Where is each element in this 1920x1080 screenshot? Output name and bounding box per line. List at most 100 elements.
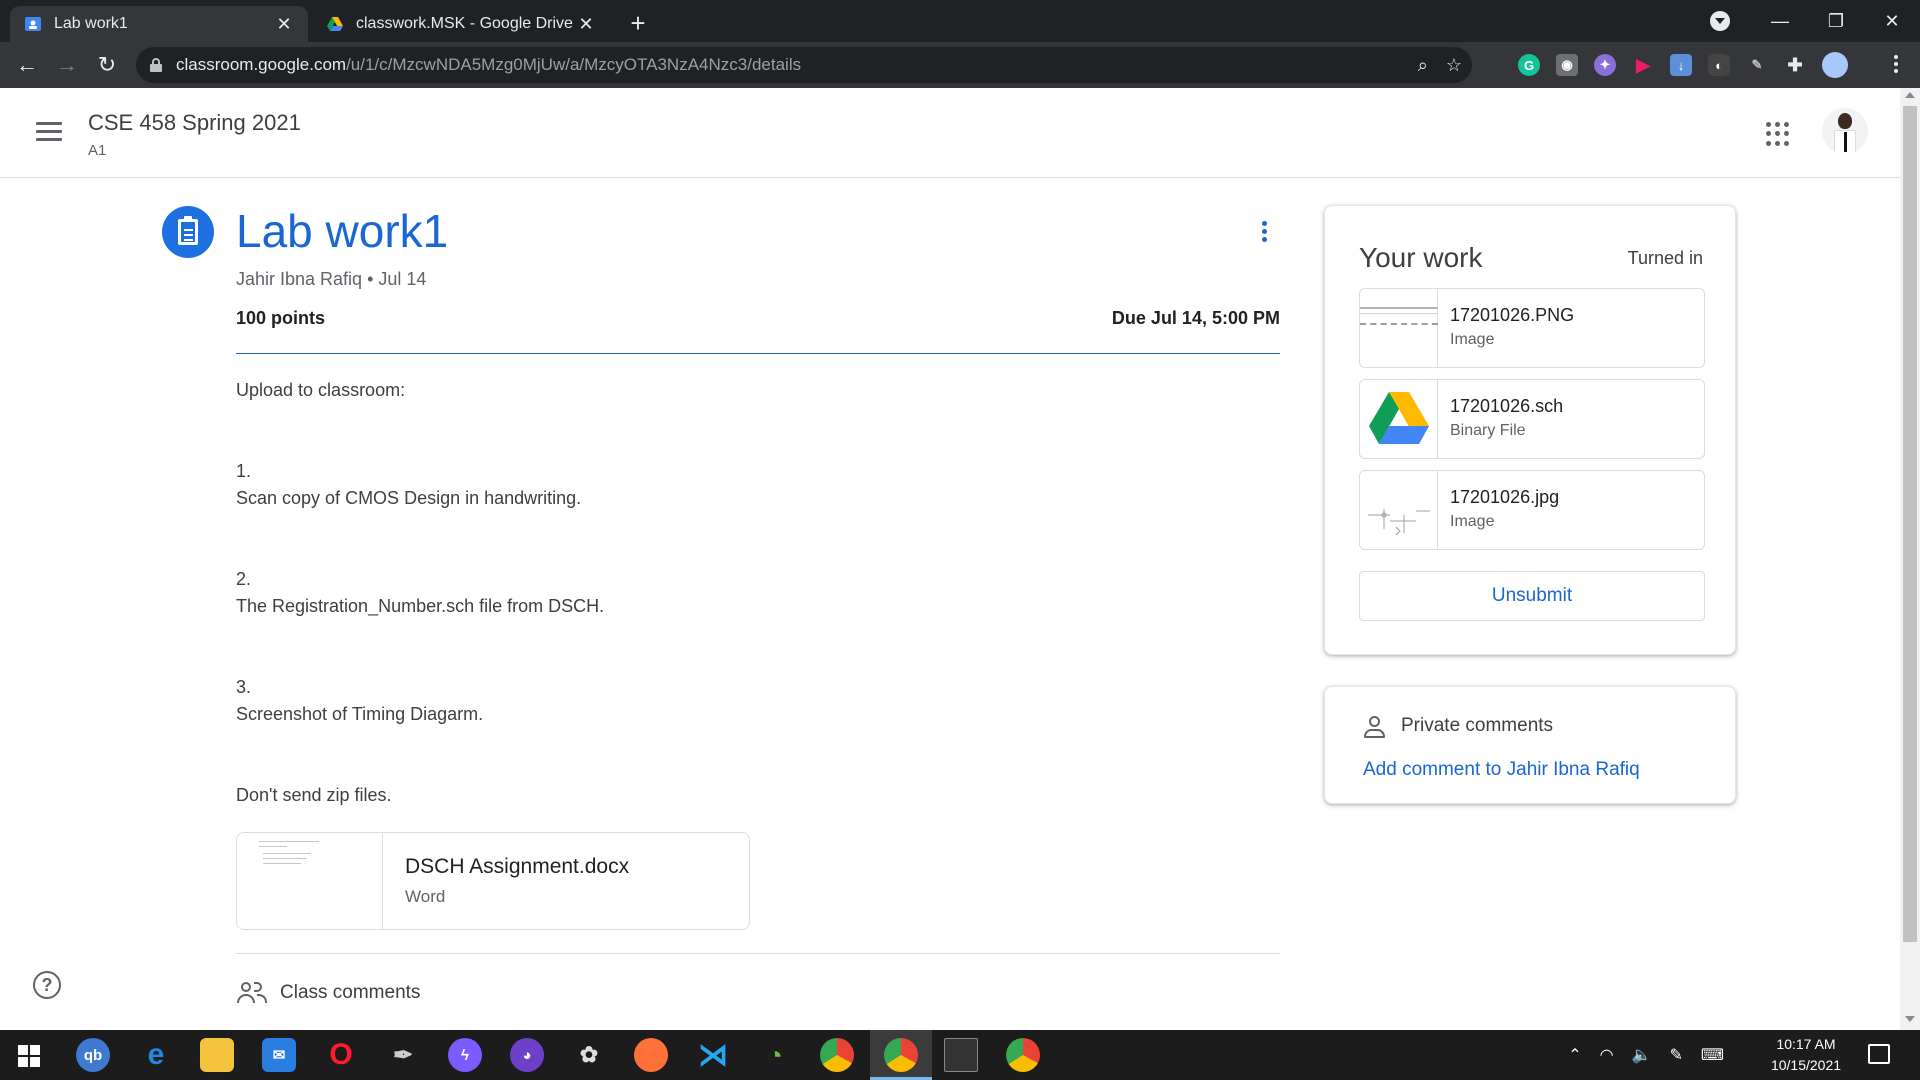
google-apps-grid-icon[interactable] — [1766, 122, 1790, 146]
assignment-points: 100 points — [236, 308, 326, 328]
private-comments-card: Private comments Add comment to Jahir Ib… — [1324, 686, 1736, 804]
chrome-profile-icon[interactable] — [1006, 1038, 1040, 1072]
hamburger-menu-icon[interactable] — [36, 122, 62, 142]
play-extension-icon[interactable]: ▶ — [1632, 54, 1654, 76]
browser-menu-icon[interactable] — [1884, 52, 1908, 78]
add-private-comment-link[interactable]: Add comment to Jahir Ibna Rafiq — [1363, 759, 1640, 781]
comments-divider — [236, 953, 1280, 954]
mail-icon[interactable]: ✉ — [262, 1038, 296, 1072]
file-type: Binary File — [1450, 422, 1526, 439]
back-arrow-icon[interactable]: ← — [12, 50, 42, 80]
zoom-icon[interactable]: ⌕ — [1418, 55, 1428, 76]
clock-time: 10:17 AM — [1776, 1036, 1836, 1052]
scroll-down-arrow-icon[interactable] — [1905, 1016, 1915, 1022]
qbittorrent-icon[interactable]: qb — [76, 1038, 110, 1072]
extension-icon[interactable]: ✦ — [1594, 54, 1616, 76]
tab-lab-work1[interactable]: Lab work1 ✕ — [10, 6, 308, 42]
restore-icon[interactable]: ❐ — [1808, 11, 1864, 32]
attachment-type: Word — [405, 887, 446, 906]
taskbar-clock[interactable]: 10:17 AM 10/15/2021 — [1766, 1034, 1846, 1076]
notifications-icon[interactable] — [1868, 1044, 1890, 1064]
tab-google-drive[interactable]: classwork.MSK - Google Drive ✕ — [312, 6, 610, 42]
unsubmit-button[interactable]: Unsubmit — [1359, 571, 1705, 621]
classroom-favicon-icon — [25, 17, 41, 31]
network-icon[interactable]: ◠ — [1600, 1045, 1614, 1065]
firefox-icon[interactable] — [634, 1038, 668, 1072]
grammarly-extension-icon[interactable]: G — [1518, 54, 1540, 76]
instruction-text: Scan copy of CMOS Design in handwriting. — [236, 488, 582, 508]
submitted-file[interactable]: 17201026.sch Binary File — [1359, 379, 1705, 459]
image-thumbnail — [1360, 289, 1438, 367]
your-work-title: Your work — [1359, 242, 1483, 273]
new-tab-plus-icon[interactable]: + — [622, 8, 654, 40]
close-tab-icon[interactable]: ✕ — [576, 14, 596, 35]
due-date: Due Jul 14, 5:00 PM — [1111, 308, 1280, 328]
instructions-intro: Upload to classroom: — [236, 380, 406, 400]
image-thumbnail — [1360, 471, 1438, 549]
submitted-file[interactable]: 17201026.PNG Image — [1359, 288, 1705, 368]
chrome-active-icon[interactable] — [884, 1038, 918, 1072]
pen-icon[interactable]: ✎ — [1670, 1045, 1683, 1065]
scroll-up-arrow-icon[interactable] — [1905, 92, 1915, 98]
app-icon[interactable]: ✿ — [572, 1038, 606, 1072]
scrollbar-thumb[interactable] — [1903, 106, 1917, 942]
lock-icon[interactable] — [150, 58, 162, 72]
address-bar[interactable]: classroom.google.com/u/1/c/MzcwNDA5Mzg0M… — [136, 47, 1472, 83]
minimize-icon[interactable]: — — [1752, 11, 1808, 32]
pen-extension-icon[interactable]: ✎ — [1746, 54, 1768, 76]
browser-tab-strip: Lab work1 ✕ classwork.MSK - Google Drive… — [0, 0, 1920, 42]
instruction-note: Don't send zip files. — [236, 785, 392, 805]
windows-taskbar: qb e ✉ O ✒ ϟ ◕ ✿ ⋊ ◔ ⌃ ◠ 🔈 ✎ ⌨ 10:17 AM … — [0, 1030, 1920, 1080]
download-extension-icon[interactable]: ↓ — [1670, 54, 1692, 76]
clock-date: 10/15/2021 — [1770, 1057, 1842, 1073]
puzzle-extensions-icon[interactable]: ✚ — [1784, 54, 1806, 76]
reload-icon[interactable]: ↻ — [92, 50, 122, 80]
attachment-name: DSCH Assignment.docx — [405, 855, 630, 878]
file-explorer-icon[interactable] — [200, 1038, 234, 1072]
instruction-number: 1. — [236, 461, 252, 481]
course-section: A1 — [88, 142, 107, 159]
tab-title: classwork.MSK - Google Drive — [356, 15, 573, 32]
forward-arrow-icon[interactable]: → — [52, 50, 82, 80]
your-work-card: Your work Turned in 17201026.PNG Image 1… — [1324, 205, 1736, 655]
bookmark-star-icon[interactable]: ☆ — [1446, 55, 1462, 76]
inkscape-icon[interactable]: ✒ — [386, 1038, 420, 1072]
tab-search-dropdown-icon[interactable] — [1710, 11, 1730, 31]
url-text: classroom.google.com/u/1/c/MzcwNDA5Mzg0M… — [176, 55, 802, 74]
windows-start-icon[interactable] — [18, 1045, 40, 1067]
author-name: Jahir Ibna Rafiq — [236, 269, 363, 289]
close-tab-icon[interactable]: ✕ — [274, 14, 294, 35]
profile-avatar-icon[interactable] — [1822, 52, 1848, 78]
camera-extension-icon[interactable]: ◉ — [1556, 54, 1578, 76]
assignment-clipboard-icon — [162, 206, 214, 258]
document-thumbnail — [237, 833, 383, 929]
file-type: Image — [1450, 331, 1495, 348]
more-options-icon[interactable] — [1254, 218, 1274, 246]
github-icon[interactable]: ◕ — [510, 1038, 544, 1072]
class-comments-label[interactable]: Class comments — [280, 982, 420, 1004]
assignment-attachment[interactable]: DSCH Assignment.docx Word — [236, 832, 750, 930]
opera-icon[interactable]: O — [324, 1038, 358, 1072]
extension-icon[interactable]: ◐ — [1708, 54, 1730, 76]
submitted-file[interactable]: 17201026.jpg Image — [1359, 470, 1705, 550]
volume-icon[interactable]: 🔈 — [1632, 1045, 1652, 1065]
header-divider — [236, 353, 1280, 354]
assignment-title: Lab work1 — [236, 205, 449, 257]
classroom-header: CSE 458 Spring 2021 A1 — [0, 88, 1900, 178]
file-type: Image — [1450, 513, 1495, 530]
terminal-icon[interactable] — [944, 1038, 978, 1072]
keyboard-icon[interactable]: ⌨ — [1701, 1045, 1724, 1065]
close-window-icon[interactable]: ✕ — [1864, 11, 1920, 32]
user-avatar[interactable] — [1822, 108, 1868, 154]
vscode-icon[interactable]: ⋊ — [696, 1038, 730, 1072]
app-icon[interactable]: ◔ — [758, 1038, 792, 1072]
tray-chevron-icon[interactable]: ⌃ — [1568, 1045, 1581, 1065]
edge-icon[interactable]: e — [139, 1038, 173, 1072]
help-icon[interactable]: ? — [33, 971, 61, 999]
browser-toolbar: ← → ↻ classroom.google.com/u/1/c/MzcwNDA… — [0, 42, 1920, 88]
chrome-icon[interactable] — [820, 1038, 854, 1072]
messenger-icon[interactable]: ϟ — [448, 1038, 482, 1072]
omnibox-actions: ⌕ ☆ — [1418, 47, 1462, 83]
course-title[interactable]: CSE 458 Spring 2021 — [88, 110, 301, 136]
people-icon — [236, 980, 268, 1006]
